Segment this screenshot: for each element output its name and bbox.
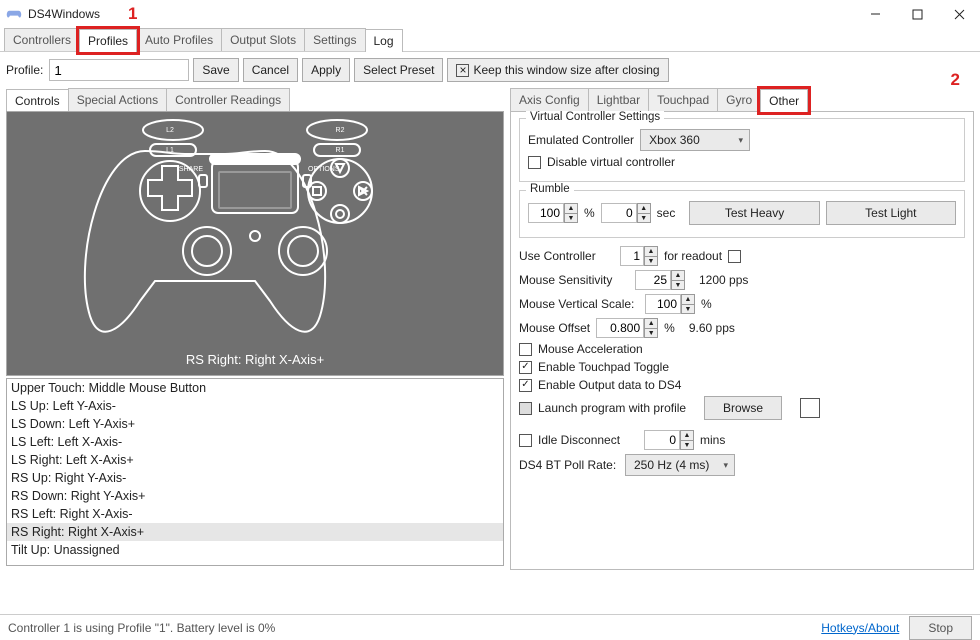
spinner[interactable]: ▲▼ bbox=[680, 430, 694, 450]
hotkeys-about-link[interactable]: Hotkeys/About bbox=[821, 621, 899, 635]
list-item[interactable]: LS Right: Left X-Axis+ bbox=[7, 451, 503, 469]
maximize-button[interactable] bbox=[896, 0, 938, 28]
spinner[interactable]: ▲▼ bbox=[681, 294, 695, 314]
subtab-controls[interactable]: Controls bbox=[6, 89, 69, 112]
spinner[interactable]: ▲▼ bbox=[644, 318, 658, 338]
cancel-button[interactable]: Cancel bbox=[243, 58, 298, 82]
svg-text:SHARE: SHARE bbox=[179, 166, 203, 173]
svg-text:OPTIONS: OPTIONS bbox=[308, 166, 340, 173]
tab-controllers[interactable]: Controllers bbox=[4, 28, 80, 51]
launch-program-checkbox[interactable] bbox=[519, 402, 532, 415]
list-item[interactable]: LS Up: Left Y-Axis- bbox=[7, 397, 503, 415]
svg-text:L1: L1 bbox=[166, 147, 174, 154]
subtab-special-actions[interactable]: Special Actions bbox=[68, 88, 167, 111]
touchpad-toggle-checkbox[interactable]: ✓ bbox=[519, 361, 532, 374]
vscale-label: Mouse Vertical Scale: bbox=[519, 297, 639, 311]
idle-mins-input[interactable] bbox=[644, 430, 680, 450]
output-ds4-checkbox[interactable]: ✓ bbox=[519, 379, 532, 392]
mouse-sens-pps: 1200 pps bbox=[699, 273, 748, 287]
list-item[interactable]: Upper Touch: Middle Mouse Button bbox=[7, 379, 503, 397]
profile-name-input[interactable] bbox=[49, 59, 189, 81]
save-button[interactable]: Save bbox=[193, 58, 238, 82]
subtab-gyro[interactable]: Gyro bbox=[717, 88, 761, 111]
list-item[interactable]: RS Right: Right X-Axis+ bbox=[7, 523, 503, 541]
apply-button[interactable]: Apply bbox=[302, 58, 350, 82]
app-logo-icon bbox=[6, 6, 22, 22]
use-controller-label: Use Controller bbox=[519, 249, 614, 263]
svg-text:L2: L2 bbox=[166, 127, 174, 134]
spinner[interactable]: ▲▼ bbox=[671, 270, 685, 290]
mappings-listbox[interactable]: Upper Touch: Middle Mouse Button LS Up: … bbox=[6, 378, 504, 566]
cross-icon bbox=[456, 64, 469, 77]
stop-button[interactable]: Stop bbox=[909, 616, 972, 640]
for-readout-checkbox[interactable] bbox=[728, 250, 741, 263]
rumble-legend: Rumble bbox=[526, 183, 574, 195]
test-light-button[interactable]: Test Light bbox=[826, 201, 956, 225]
emulated-controller-label: Emulated Controller bbox=[528, 133, 634, 147]
profile-label: Profile: bbox=[6, 63, 43, 77]
status-text: Controller 1 is using Profile "1". Batte… bbox=[8, 621, 275, 635]
mouse-sens-input[interactable] bbox=[635, 270, 671, 290]
list-item[interactable]: RS Down: Right Y-Axis+ bbox=[7, 487, 503, 505]
svg-text:R2: R2 bbox=[336, 127, 345, 134]
tab-log[interactable]: Log bbox=[365, 29, 403, 52]
list-item[interactable]: Tilt Up: Unassigned bbox=[7, 541, 503, 559]
tab-output-slots[interactable]: Output Slots bbox=[221, 28, 305, 51]
list-item[interactable]: LS Down: Left Y-Axis+ bbox=[7, 415, 503, 433]
svg-text:R1: R1 bbox=[336, 147, 345, 154]
disable-vc-checkbox[interactable] bbox=[528, 156, 541, 169]
minimize-button[interactable] bbox=[854, 0, 896, 28]
emulated-controller-select[interactable]: Xbox 360 bbox=[640, 129, 750, 151]
subtab-lightbar[interactable]: Lightbar bbox=[588, 88, 649, 111]
list-item[interactable]: RS Up: Right Y-Axis- bbox=[7, 469, 503, 487]
rumble-sec-input[interactable] bbox=[601, 203, 637, 223]
close-button[interactable] bbox=[938, 0, 980, 28]
subtab-axis-config[interactable]: Axis Config bbox=[510, 88, 589, 111]
window-title: DS4Windows bbox=[28, 7, 854, 21]
spinner[interactable]: ▲▼ bbox=[637, 203, 651, 223]
controller-diagram[interactable]: L2 R2 L1 R1 SHARE OPTIONS bbox=[6, 111, 504, 376]
poll-rate-select[interactable]: 250 Hz (4 ms) bbox=[625, 454, 735, 476]
spinner[interactable]: ▲▼ bbox=[564, 203, 578, 223]
moffset-input[interactable] bbox=[596, 318, 644, 338]
launch-program-extra-box[interactable] bbox=[800, 398, 820, 418]
annotation-2: 2 bbox=[951, 70, 960, 90]
annotation-1: 1 bbox=[128, 4, 137, 24]
poll-rate-label: DS4 BT Poll Rate: bbox=[519, 458, 619, 472]
vscale-input[interactable] bbox=[645, 294, 681, 314]
subtab-touchpad[interactable]: Touchpad bbox=[648, 88, 718, 111]
tab-auto-profiles[interactable]: Auto Profiles bbox=[136, 28, 222, 51]
subtab-controller-readings[interactable]: Controller Readings bbox=[166, 88, 290, 111]
list-item[interactable]: LS Left: Left X-Axis- bbox=[7, 433, 503, 451]
vcs-legend: Virtual Controller Settings bbox=[526, 111, 664, 123]
moffset-pps: 9.60 pps bbox=[689, 321, 735, 335]
use-controller-input[interactable] bbox=[620, 246, 644, 266]
mapping-caption: RS Right: Right X-Axis+ bbox=[186, 352, 324, 367]
mouse-sens-label: Mouse Sensitivity bbox=[519, 273, 629, 287]
idle-disconnect-checkbox[interactable] bbox=[519, 434, 532, 447]
keep-window-size-button[interactable]: Keep this window size after closing bbox=[447, 58, 668, 82]
test-heavy-button[interactable]: Test Heavy bbox=[689, 201, 819, 225]
list-item[interactable]: RS Left: Right X-Axis- bbox=[7, 505, 503, 523]
spinner[interactable]: ▲▼ bbox=[644, 246, 658, 266]
subtab-other[interactable]: Other bbox=[760, 89, 808, 112]
disable-vc-label: Disable virtual controller bbox=[547, 155, 675, 169]
select-preset-button[interactable]: Select Preset bbox=[354, 58, 443, 82]
browse-button[interactable]: Browse bbox=[704, 396, 782, 420]
mouse-accel-checkbox[interactable] bbox=[519, 343, 532, 356]
moffset-label: Mouse Offset bbox=[519, 321, 590, 335]
main-tabstrip: Controllers Profiles Auto Profiles Outpu… bbox=[0, 28, 980, 52]
tab-settings[interactable]: Settings bbox=[304, 28, 365, 51]
rumble-pct-input[interactable] bbox=[528, 203, 564, 223]
tab-profiles[interactable]: Profiles bbox=[79, 29, 137, 52]
